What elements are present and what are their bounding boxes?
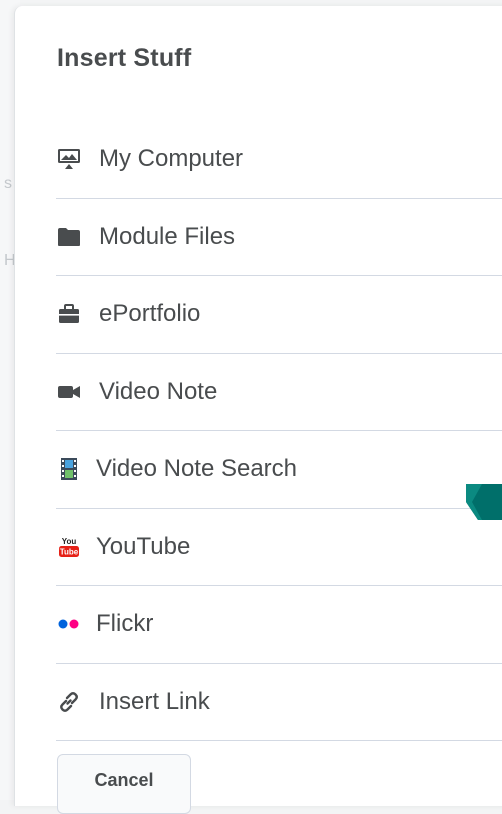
menu-item-label: My Computer [99, 145, 244, 173]
svg-text:Tube: Tube [60, 547, 79, 556]
menu-item-eportfolio[interactable]: ePortfolio [56, 276, 502, 354]
desktop-upload-icon [56, 146, 82, 172]
menu-item-label: Video Note Search [96, 455, 298, 483]
menu-item-video-note-search[interactable]: Video Note Search [56, 431, 502, 509]
cancel-button[interactable]: Cancel [57, 754, 191, 814]
film-strip-icon [56, 456, 82, 482]
insert-source-list: My Computer Module Files ePortfolio Vide… [56, 121, 502, 741]
video-camera-icon [56, 379, 82, 405]
insert-stuff-dialog: Insert Stuff My Computer Module Files eP… [14, 6, 502, 814]
menu-item-label: Module Files [99, 222, 236, 250]
briefcase-icon [56, 301, 82, 327]
flickr-logo-icon [56, 611, 82, 637]
svg-text:You: You [62, 537, 77, 546]
menu-item-label: YouTube [96, 532, 191, 560]
menu-item-my-computer[interactable]: My Computer [56, 121, 502, 199]
menu-item-label: Video Note [99, 377, 218, 405]
menu-item-video-note[interactable]: Video Note [56, 354, 502, 431]
scroll-tab-indicator [466, 484, 502, 520]
menu-item-flickr[interactable]: Flickr [56, 586, 502, 664]
folder-icon [56, 224, 82, 250]
menu-item-label: Insert Link [99, 687, 210, 715]
link-icon [56, 689, 82, 715]
menu-item-youtube[interactable]: You Tube YouTube [56, 509, 502, 586]
menu-item-module-files[interactable]: Module Files [56, 199, 502, 276]
dialog-title: Insert Stuff [57, 44, 192, 72]
menu-item-insert-link[interactable]: Insert Link [56, 664, 502, 741]
menu-item-label: Flickr [96, 610, 154, 638]
menu-item-label: ePortfolio [99, 300, 201, 328]
background-text: s [4, 175, 12, 192]
youtube-logo-icon: You Tube [56, 534, 82, 560]
